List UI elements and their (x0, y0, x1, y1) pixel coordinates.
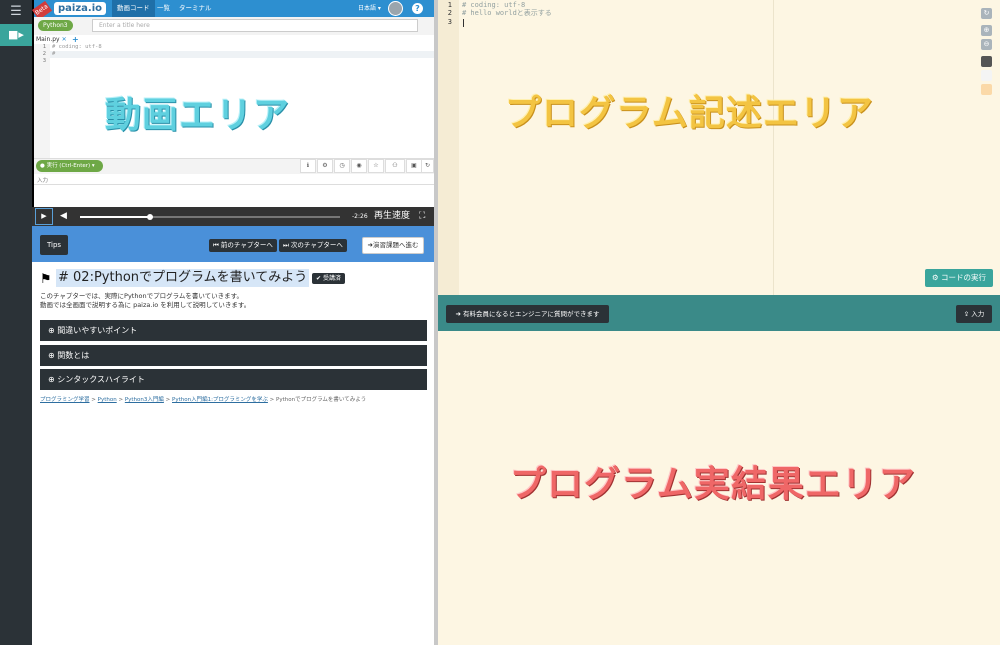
question-label: 有料会員になるとエンジニアに質問ができます (463, 310, 600, 318)
exercise-button[interactable]: ➜演習課題へ進む (362, 237, 424, 254)
language-select: Python3 (38, 20, 73, 31)
breadcrumb-link[interactable]: Python入門編1:プログラミングを学ぶ (172, 397, 268, 403)
lock-icon: ▣ (406, 159, 422, 173)
paiza-logo: paiza.io (54, 2, 106, 15)
nav-list: 一覧 (157, 4, 170, 12)
mini-code-line: 3 (42, 58, 46, 64)
question-button[interactable]: ➜ 有料会員になるとエンジニアに質問ができます (446, 305, 609, 323)
mini-code-line: 1 # coding: utf-8 (42, 44, 102, 50)
light-theme-icon[interactable] (981, 70, 992, 81)
run-code-label: コードの実行 (941, 273, 987, 282)
chapter-title: # 02:Pythonでプログラムを書いてみよう (56, 269, 310, 287)
close-icon: ✕ (61, 36, 67, 43)
hamburger-menu-icon[interactable]: ☰ (0, 0, 32, 24)
flag-icon: ⚑ (40, 272, 52, 287)
stdin-box (34, 184, 434, 206)
accordion-syntax[interactable]: ⊕ シンタックスハイライト (40, 369, 427, 390)
language-menu: 日本語 ▾ (358, 5, 381, 12)
progress-bar[interactable] (80, 214, 340, 220)
file-tab-label: Main.py (36, 36, 60, 43)
breadcrumb-separator: > (118, 397, 124, 403)
output-area-label: プログラム実結果エリア (510, 464, 916, 505)
breadcrumb-link[interactable]: Python3入門編 (125, 397, 164, 403)
mini-code-text: # coding: utf-8 (52, 44, 102, 50)
intro-text-1: このチャプターでは、実際にPythonでプログラムを書いていきます。 (40, 292, 244, 300)
file-tab: Main.py ✕ (36, 35, 67, 44)
exercise-label: 演習課題へ進む (372, 241, 419, 249)
help-icon: ? (412, 3, 423, 14)
accordion-functions[interactable]: ⊕ 関数とは (40, 345, 427, 366)
paiza-header: Beta paiza.io 動画コード 一覧 ターミナル 日本語 ▾ ? (32, 0, 434, 20)
next-chapter-button[interactable]: ⏭ 次のチャプターへ (279, 239, 347, 252)
accordion-label: 間違いやすいポイント (57, 326, 138, 335)
zoom-in-icon[interactable]: ⊕ (981, 25, 992, 36)
code-line: 3 (442, 18, 462, 27)
nav-video-code: 動画コード (112, 0, 155, 17)
zoom-out-icon[interactable]: ⊖ (981, 39, 992, 50)
input-button-label: 入力 (971, 310, 985, 318)
breadcrumb-separator: > (269, 397, 275, 403)
editor-gutter (438, 0, 459, 295)
video-camera-icon[interactable]: ■▸ (0, 24, 32, 46)
breadcrumb: プログラミング学習 > Python > Python3入門編 > Python… (40, 396, 366, 404)
solarized-theme-icon[interactable] (981, 84, 992, 95)
breadcrumb-link[interactable]: Python (98, 397, 117, 403)
reset-icon[interactable]: ↻ (981, 8, 992, 19)
add-file-icon: + (72, 35, 79, 44)
run-button-label: 実行 (Ctrl-Enter) (46, 163, 91, 169)
text-cursor (463, 19, 464, 27)
mini-active-line (50, 51, 434, 58)
dark-theme-icon[interactable] (981, 56, 992, 67)
refresh-icon: ↻ (421, 159, 434, 173)
completed-label: 受講済 (322, 275, 341, 282)
completed-badge: ✔ 受講済 (312, 273, 345, 284)
nav-terminal: ターミナル (179, 4, 212, 12)
volume-icon[interactable]: ◀ (60, 210, 67, 222)
editor-area-label: プログラム記述エリア (505, 93, 874, 134)
accordion-label: シンタックスハイライト (57, 375, 145, 384)
progress-handle[interactable] (147, 214, 154, 220)
next-chapter-label: 次のチャプターへ (290, 241, 343, 249)
star-icon: ☆ (368, 159, 384, 173)
prev-chapter-button[interactable]: ⏮ 前のチャプターへ (209, 239, 277, 252)
tips-button[interactable]: Tips (40, 235, 68, 255)
gear-icon: ⚙ (317, 159, 333, 173)
run-code-button[interactable]: ⚙ コードの実行 (925, 269, 993, 287)
prev-chapter-label: 前のチャプターへ (220, 241, 273, 249)
code-text: # hello worldと表示する (462, 9, 552, 17)
line-number: 2 (447, 9, 452, 17)
github-icon: ◉ (351, 159, 367, 173)
accordion-label: 関数とは (57, 351, 90, 360)
avatar (388, 1, 403, 16)
code-editor[interactable] (438, 0, 1000, 295)
progress-fill (80, 216, 151, 218)
breadcrumb-separator: > (165, 397, 171, 403)
breadcrumb-link[interactable]: プログラミング学習 (40, 397, 90, 403)
speed-button[interactable]: 再生速度 (374, 209, 410, 223)
accordion-mistakes[interactable]: ⊕ 間違いやすいポイント (40, 320, 427, 341)
play-button[interactable]: ▶ (35, 208, 53, 225)
mini-code-text: # (52, 51, 56, 57)
print-margin (773, 0, 774, 295)
intro-text-2: 動画では全画面で説明する為に paiza.io を利用して説明していきます。 (40, 301, 251, 309)
input-button[interactable]: ⇪ 入力 (956, 305, 992, 323)
nav-rail: ☰ ■▸ (0, 0, 32, 645)
code-line: 2 # hello worldと表示する (442, 9, 552, 18)
code-text: # coding: utf-8 (462, 1, 526, 9)
breadcrumb-separator: > (91, 397, 96, 403)
breadcrumb-current: Pythonでプログラムを書いてみよう (276, 397, 367, 403)
video-controls: ▶ ◀ -2:26 再生速度 ⛶ (32, 207, 434, 226)
time-remaining: -2:26 (352, 213, 368, 220)
input-label: 入力 (37, 178, 49, 184)
fullscreen-icon[interactable]: ⛶ (419, 210, 425, 223)
mini-code-line: 2 # (42, 51, 56, 57)
users-icon: ⚇ (385, 159, 405, 173)
title-input: Enter a title here (92, 19, 418, 32)
line-number: 3 (447, 18, 452, 26)
video-area-label: 動画エリア (105, 95, 291, 136)
run-button: ● 実行 (Ctrl-Enter) ▾ (36, 160, 103, 172)
info-icon: ℹ (300, 159, 316, 173)
clock-icon: ◷ (334, 159, 350, 173)
